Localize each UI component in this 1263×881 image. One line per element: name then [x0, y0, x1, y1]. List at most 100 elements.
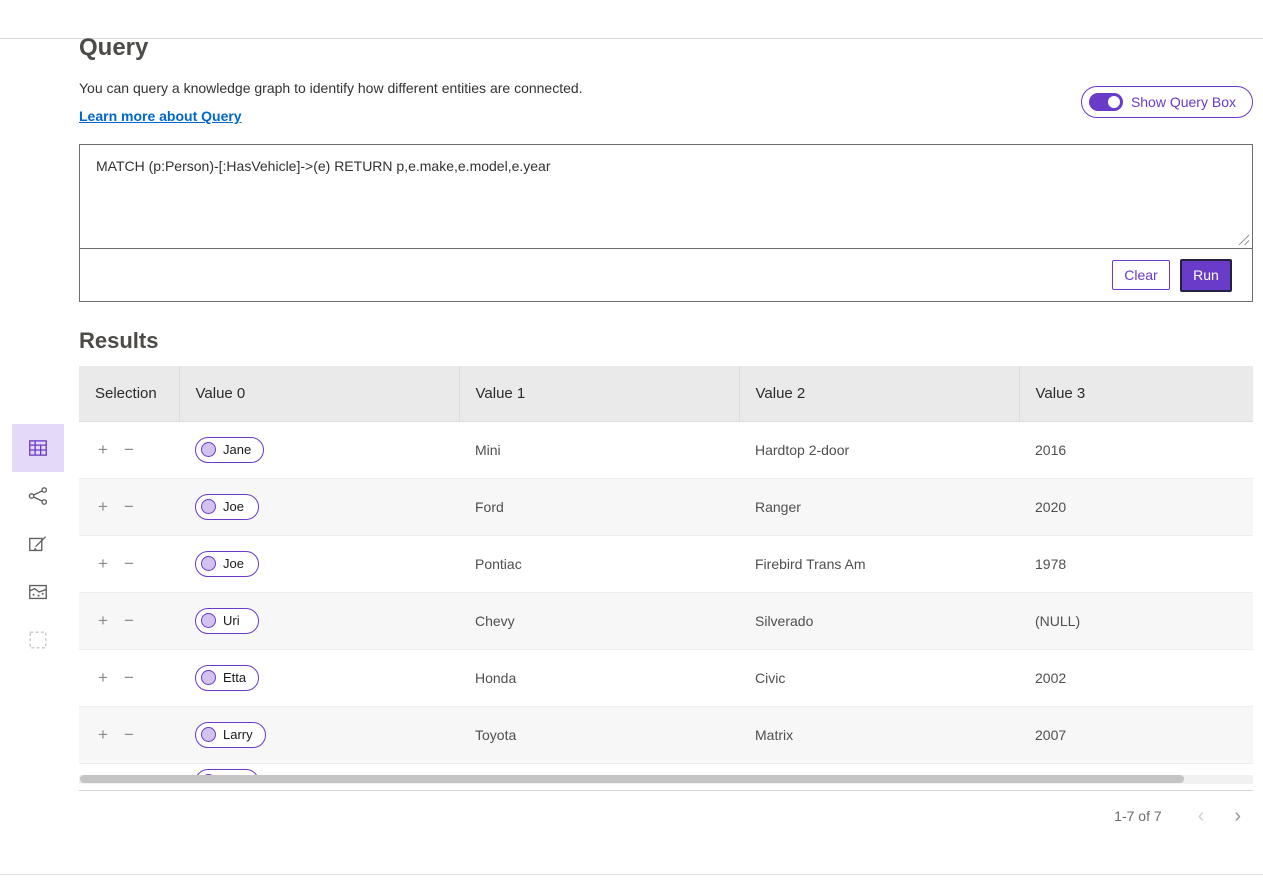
entity-pill[interactable]: Larry: [195, 722, 266, 748]
remove-from-selection-button[interactable]: −: [121, 611, 137, 631]
value2-cell: [739, 763, 1019, 775]
remove-from-selection-button[interactable]: −: [121, 440, 137, 460]
add-to-selection-button[interactable]: +: [95, 668, 111, 688]
add-to-selection-button[interactable]: +: [95, 611, 111, 631]
previous-page-button[interactable]: ‹: [1198, 806, 1205, 826]
toggle-label: Show Query Box: [1131, 94, 1236, 110]
pagination-range: 1-7 of 7: [1114, 808, 1161, 824]
header-row: SelectionValue 0Value 1Value 2Value 3: [79, 366, 1253, 421]
column-header: Selection: [79, 366, 179, 421]
add-to-selection-button[interactable]: +: [95, 497, 111, 517]
remove-from-selection-button[interactable]: −: [121, 497, 137, 517]
toggle-switch-icon: [1089, 93, 1123, 111]
table-row-partial: [79, 763, 1253, 775]
results-table-viewport: SelectionValue 0Value 1Value 2Value 3 +−…: [79, 366, 1253, 775]
entity-node-icon: [201, 499, 216, 514]
value2-cell: Ranger: [739, 478, 1019, 535]
entity-pill[interactable]: Joe: [195, 551, 259, 577]
value3-cell: 2020: [1019, 478, 1253, 535]
add-to-selection-button[interactable]: +: [95, 725, 111, 745]
horizontal-scrollbar-thumb[interactable]: [80, 775, 1184, 783]
clear-button[interactable]: Clear: [1112, 260, 1170, 290]
value0-cell: Jane: [179, 421, 459, 478]
selection-cell: +−: [79, 478, 179, 535]
selection-cell: [79, 763, 179, 775]
remove-from-selection-button[interactable]: −: [121, 725, 137, 745]
show-query-box-toggle[interactable]: Show Query Box: [1081, 86, 1253, 118]
value3-cell: [1019, 763, 1253, 775]
value0-cell: Larry: [179, 706, 459, 763]
value3-cell: 2002: [1019, 649, 1253, 706]
value2-cell: Silverado: [739, 592, 1019, 649]
remove-from-selection-button[interactable]: −: [121, 554, 137, 574]
page-title: Query: [79, 34, 1253, 62]
remove-from-selection-button[interactable]: −: [121, 668, 137, 688]
query-box: MATCH (p:Person)-[:HasVehicle]->(e) RETU…: [79, 144, 1253, 302]
entity-node-icon: [201, 442, 216, 457]
value2-cell: Civic: [739, 649, 1019, 706]
entity-label: Etta: [223, 670, 246, 685]
results-table-head: SelectionValue 0Value 1Value 2Value 3: [79, 366, 1253, 421]
query-page: Query You can query a knowledge graph to…: [0, 34, 1263, 840]
column-header: Value 0: [179, 366, 459, 421]
selection-cell: +−: [79, 535, 179, 592]
learn-more-link[interactable]: Learn more about Query: [79, 106, 242, 126]
value0-cell: Uri: [179, 592, 459, 649]
value3-cell: 2007: [1019, 706, 1253, 763]
results-table-card: SelectionValue 0Value 1Value 2Value 3 +−…: [79, 366, 1253, 840]
value0-cell: Joe: [179, 535, 459, 592]
results-table: SelectionValue 0Value 1Value 2Value 3 +−…: [79, 366, 1253, 775]
results-title: Results: [79, 328, 1253, 354]
table-row: +− Uri ChevySilverado(NULL): [79, 592, 1253, 649]
value1-cell: Chevy: [459, 592, 739, 649]
entity-label: Joe: [223, 556, 244, 571]
value3-cell: (NULL): [1019, 592, 1253, 649]
query-input[interactable]: MATCH (p:Person)-[:HasVehicle]->(e) RETU…: [80, 145, 1252, 248]
entity-label: Joe: [223, 499, 244, 514]
table-row: +− Joe PontiacFirebird Trans Am1978: [79, 535, 1253, 592]
bottom-divider: [0, 874, 1263, 875]
value1-cell: Honda: [459, 649, 739, 706]
intro-row: You can query a knowledge graph to ident…: [79, 78, 1253, 126]
value3-cell: 2016: [1019, 421, 1253, 478]
entity-label: Larry: [223, 727, 253, 742]
column-header: Value 2: [739, 366, 1019, 421]
value1-cell: Ford: [459, 478, 739, 535]
add-to-selection-button[interactable]: +: [95, 440, 111, 460]
selection-cell: +−: [79, 421, 179, 478]
entity-node-icon: [201, 613, 216, 628]
entity-pill[interactable]: Joe: [195, 494, 259, 520]
selection-cell: +−: [79, 706, 179, 763]
table-row: +− Joe FordRanger2020: [79, 478, 1253, 535]
value3-cell: 1978: [1019, 535, 1253, 592]
query-textarea-wrap: MATCH (p:Person)-[:HasVehicle]->(e) RETU…: [80, 145, 1252, 249]
column-header: Value 1: [459, 366, 739, 421]
value0-cell: Joe: [179, 478, 459, 535]
column-header: Value 3: [1019, 366, 1253, 421]
entity-pill[interactable]: Jane: [195, 437, 264, 463]
horizontal-scrollbar[interactable]: [79, 775, 1253, 784]
value2-cell: Hardtop 2-door: [739, 421, 1019, 478]
intro-text: You can query a knowledge graph to ident…: [79, 78, 583, 126]
table-row: +− Jane MiniHardtop 2-door2016: [79, 421, 1253, 478]
entity-node-icon: [201, 727, 216, 742]
entity-node-icon: [201, 670, 216, 685]
entity-node-icon: [201, 556, 216, 571]
value1-cell: [459, 763, 739, 775]
next-page-button[interactable]: ›: [1234, 806, 1241, 826]
value2-cell: Matrix: [739, 706, 1019, 763]
results-table-body: +−JaneMiniHardtop 2-door2016+−JoeFordRan…: [79, 421, 1253, 775]
entity-pill[interactable]: Etta: [195, 665, 259, 691]
value2-cell: Firebird Trans Am: [739, 535, 1019, 592]
value0-cell: Etta: [179, 649, 459, 706]
run-button[interactable]: Run: [1180, 259, 1232, 292]
value0-cell: [179, 763, 459, 775]
value1-cell: Pontiac: [459, 535, 739, 592]
entity-label: Uri: [223, 613, 240, 628]
value1-cell: Mini: [459, 421, 739, 478]
page-description: You can query a knowledge graph to ident…: [79, 78, 583, 98]
query-actions: Clear Run: [80, 249, 1252, 301]
add-to-selection-button[interactable]: +: [95, 554, 111, 574]
entity-pill[interactable]: Uri: [195, 608, 259, 634]
table-row: +− Etta HondaCivic2002: [79, 649, 1253, 706]
